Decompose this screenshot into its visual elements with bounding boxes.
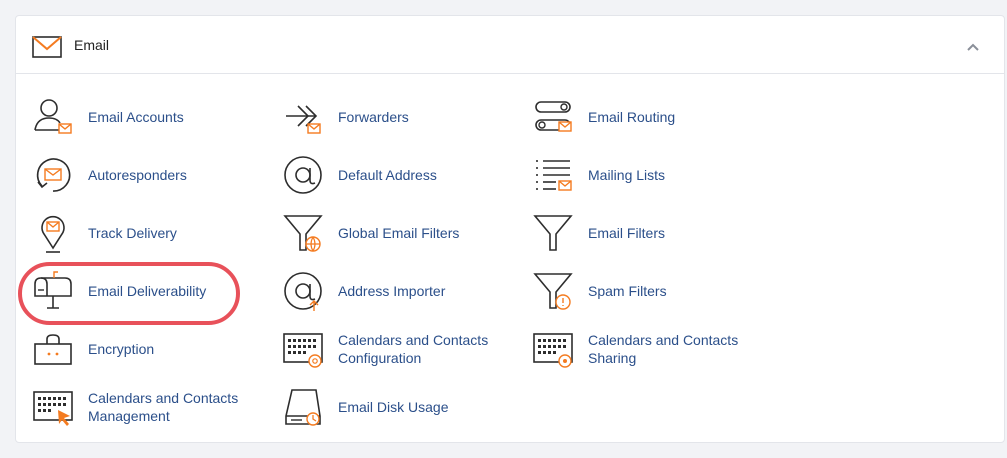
disk-usage-icon [285,389,321,426]
tool-global-email-filters[interactable]: Global Email Filters [282,208,528,258]
tool-label: Encryption [88,341,155,357]
tool-spam-filters[interactable]: Spam Filters [532,266,778,316]
calendar-at-icon [283,333,323,368]
location-pin-mail-icon [41,215,65,253]
chevron-up-icon[interactable] [966,40,980,54]
tool-label: Email Accounts [88,109,184,125]
tool-email-filters[interactable]: Email Filters [532,208,778,258]
funnel-warning-icon [533,273,573,310]
at-import-icon [284,272,322,311]
tool-label: Email Routing [588,109,676,125]
tool-label: Calendars and Contacts Configuration [338,332,489,366]
tool-label: Calendars and Contacts Management [88,390,239,424]
tool-label: Default Address [338,167,437,183]
tool-mailing-lists[interactable]: Mailing Lists [532,150,778,200]
calendar-share-icon [533,333,573,368]
email-section-header[interactable]: Email [16,16,1004,74]
calendar-cursor-icon [33,391,73,426]
tool-label: Email Filters [588,225,666,241]
user-mail-icon [34,99,72,134]
funnel-globe-icon [283,215,323,252]
tool-default-address[interactable]: Default Address [282,150,528,200]
encrypted-box-icon [34,334,72,365]
tool-label: Autoresponders [88,167,187,183]
email-section-panel: Email Email Accounts Forwarders Email Ro… [15,15,1005,443]
tool-address-importer[interactable]: Address Importer [282,266,528,316]
tool-label: Mailing Lists [588,167,666,183]
tool-label: Spam Filters [588,283,667,299]
tool-label: Forwarders [338,109,409,125]
tool-encryption[interactable]: Encryption [32,324,278,374]
tool-label: Email Disk Usage [338,399,449,415]
autoresponder-icon [36,158,71,192]
tool-label: Calendars and Contacts Sharing [588,332,739,366]
tool-calendars-contacts-sharing[interactable]: Calendars and Contacts Sharing [532,324,778,374]
tool-email-accounts[interactable]: Email Accounts [32,92,278,142]
tool-track-delivery[interactable]: Track Delivery [32,208,278,258]
funnel-icon [533,215,573,251]
tool-autoresponders[interactable]: Autoresponders [32,150,278,200]
tool-label: Address Importer [338,283,446,299]
tool-label: Global Email Filters [338,225,460,241]
tool-label: Track Delivery [88,225,177,241]
tool-calendars-contacts-configuration[interactable]: Calendars and Contacts Configuration [282,324,528,374]
tool-email-deliverability[interactable]: Email Deliverability [32,266,278,316]
forward-mail-icon [286,105,321,134]
mailbox-icon [34,271,72,309]
tool-email-routing[interactable]: Email Routing [532,92,778,142]
tool-forwarders[interactable]: Forwarders [282,92,528,142]
section-title: Email [74,37,110,53]
list-mail-icon [536,160,572,191]
at-sign-icon [284,156,322,194]
tool-label: Email Deliverability [88,283,207,299]
tool-calendars-contacts-management[interactable]: Calendars and Contacts Management [32,382,278,432]
envelope-icon [32,36,62,58]
tool-email-disk-usage[interactable]: Email Disk Usage [282,382,528,432]
routing-mail-icon [535,101,572,132]
